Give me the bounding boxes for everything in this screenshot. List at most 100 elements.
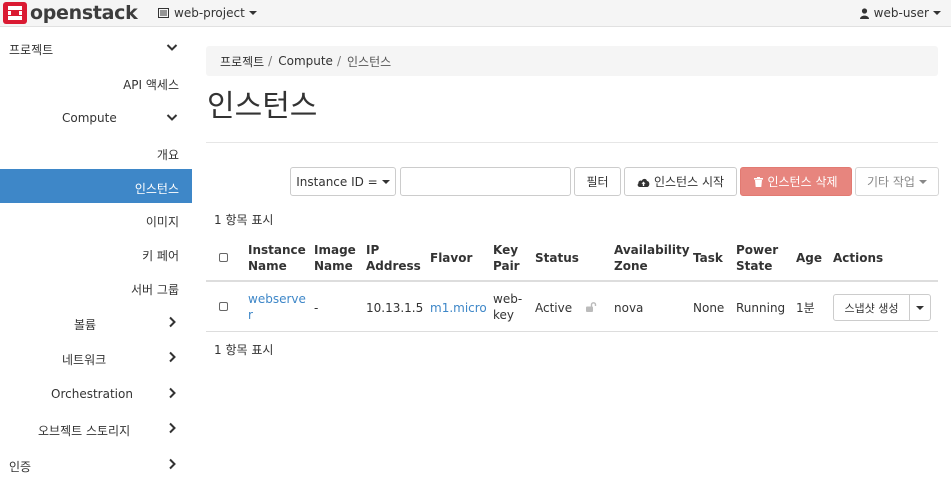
table-header: Instance Name Image Name IP Address Flav… <box>206 236 938 282</box>
sidebar-item-object-storage[interactable]: 오브젝트 스토리지 <box>0 411 192 445</box>
sidebar-item-api-access[interactable]: API 액세스 <box>0 65 192 99</box>
column-header-instance-name[interactable]: Instance Name <box>248 242 306 274</box>
sidebar-item-network[interactable]: 네트워크 <box>0 340 192 374</box>
sidebar-item-images[interactable]: 이미지 <box>0 202 192 236</box>
table-row: webserve r - 10.13.1.5 m1.micro web- key… <box>206 284 938 332</box>
cell-key-pair: web- key <box>493 291 522 323</box>
row-actions-dropdown-button[interactable] <box>910 294 931 321</box>
project-picker[interactable]: web-project <box>158 6 257 20</box>
breadcrumb-compute[interactable]: Compute <box>278 54 333 68</box>
cell-line: web- <box>493 292 523 306</box>
caret-down-icon <box>381 179 390 184</box>
unlock-icon <box>586 302 597 312</box>
trash-icon <box>754 176 764 187</box>
cloud-upload-icon <box>637 178 650 187</box>
cell-image-name: - <box>314 301 319 315</box>
caret-down-icon <box>248 11 257 15</box>
logo-text: openstack <box>30 2 138 24</box>
filter-input[interactable] <box>400 167 571 196</box>
more-actions-label: 기타 작업 <box>867 175 915 189</box>
launch-instance-button[interactable]: 인스턴스 시작 <box>624 167 737 196</box>
breadcrumb: 프로젝트 / Compute / 인스턴스 <box>206 46 938 76</box>
sidebar-item-label: 프로젝트 <box>9 43 54 57</box>
sidebar-item-label: 키 페어 <box>142 249 179 263</box>
row-select-checkbox[interactable] <box>219 302 228 311</box>
cell-line: key <box>493 308 515 322</box>
caret-down-icon <box>918 179 927 184</box>
sidebar-item-volumes[interactable]: 볼륨 <box>0 305 192 339</box>
openstack-logo-icon <box>3 2 27 24</box>
sidebar-item-label: 오브젝트 스토리지 <box>38 424 131 438</box>
top-navbar: openstack web-project web-user <box>0 0 951 27</box>
header-line: Address <box>366 259 421 273</box>
column-header-task[interactable]: Task <box>693 250 723 266</box>
user-menu[interactable]: web-user <box>859 6 941 20</box>
project-name: web-project <box>174 6 245 20</box>
sidebar-item-project[interactable]: 프로젝트 <box>0 30 192 64</box>
chevron-right-icon <box>169 422 176 434</box>
item-count-top: 1 항목 표시 <box>214 213 274 227</box>
filter-field-label: Instance ID = <box>296 174 378 189</box>
sidebar-item-label: 개요 <box>156 148 179 162</box>
cell-line: r <box>248 308 253 322</box>
row-actions: 스냅샷 생성 <box>833 294 931 321</box>
header-line: Availability <box>614 243 690 257</box>
sidebar: 프로젝트 API 액세스 Compute 개요 인스턴스 이미지 키 페어 서버… <box>0 28 192 501</box>
cell-ip-address: 10.13.1.5 <box>366 301 424 315</box>
filter-button-label: 필터 <box>586 175 609 189</box>
sidebar-item-identity[interactable]: 인증 <box>0 447 192 481</box>
flavor-link[interactable]: m1.micro <box>430 300 487 316</box>
column-header-age[interactable]: Age <box>796 250 822 266</box>
column-header-flavor[interactable]: Flavor <box>430 250 472 266</box>
cell-line: webserve <box>248 292 306 306</box>
breadcrumb-current: 인스턴스 <box>347 54 392 69</box>
select-all-checkbox[interactable] <box>219 253 228 262</box>
sidebar-item-orchestration[interactable]: Orchestration <box>0 376 192 410</box>
sidebar-item-server-groups[interactable]: 서버 그룹 <box>0 270 192 304</box>
column-header-availability-zone[interactable]: Availability Zone <box>614 242 690 274</box>
header-line: Name <box>314 259 353 273</box>
header-line: Instance <box>248 243 306 257</box>
column-header-image-name[interactable]: Image Name <box>314 242 356 274</box>
header-line: Key <box>493 243 519 257</box>
column-header-actions: Actions <box>833 251 884 265</box>
user-name: web-user <box>873 6 929 20</box>
cell-age: 1분 <box>796 301 815 315</box>
filter-field-select[interactable]: Instance ID = <box>290 167 396 196</box>
sidebar-item-compute[interactable]: Compute <box>0 100 192 134</box>
breadcrumb-project[interactable]: 프로젝트 <box>220 53 264 70</box>
breadcrumb-separator: / <box>268 54 273 68</box>
sidebar-item-label: 네트워크 <box>62 353 107 367</box>
chevron-down-icon <box>166 114 178 121</box>
chevron-right-icon <box>169 316 176 328</box>
cell-availability-zone: nova <box>614 301 644 315</box>
item-count-bottom: 1 항목 표시 <box>214 343 274 357</box>
create-snapshot-button[interactable]: 스냅샷 생성 <box>833 294 910 321</box>
column-header-ip-address[interactable]: IP Address <box>366 242 421 274</box>
chevron-right-icon <box>169 458 176 470</box>
more-actions-button[interactable]: 기타 작업 <box>855 167 939 196</box>
sidebar-item-label: Orchestration <box>51 387 133 401</box>
header-line: Pair <box>493 259 520 273</box>
instance-name-link[interactable]: webserve r <box>248 291 306 323</box>
delete-instances-label: 인스턴스 삭제 <box>767 175 838 189</box>
header-line: IP <box>366 243 380 257</box>
column-header-power-state[interactable]: Power State <box>736 242 778 274</box>
sidebar-item-key-pairs[interactable]: 키 페어 <box>0 236 192 270</box>
header-line: Power <box>736 243 779 257</box>
column-header-status[interactable]: Status <box>535 250 579 266</box>
column-header-key-pair[interactable]: Key Pair <box>493 242 520 274</box>
sidebar-item-instances[interactable]: 인스턴스 <box>0 169 192 203</box>
openstack-logo[interactable]: openstack <box>3 2 138 24</box>
sidebar-item-label: API 액세스 <box>123 78 179 92</box>
breadcrumb-separator: / <box>336 54 341 68</box>
user-icon <box>859 7 869 19</box>
sidebar-item-overview[interactable]: 개요 <box>0 135 192 169</box>
filter-button[interactable]: 필터 <box>574 167 621 196</box>
caret-down-icon <box>933 11 941 15</box>
header-line: State <box>736 259 773 273</box>
sidebar-item-label: 인스턴스 <box>134 182 179 196</box>
chevron-right-icon <box>169 387 176 399</box>
delete-instances-button[interactable]: 인스턴스 삭제 <box>740 167 852 196</box>
sidebar-item-label: 볼륨 <box>74 318 97 332</box>
